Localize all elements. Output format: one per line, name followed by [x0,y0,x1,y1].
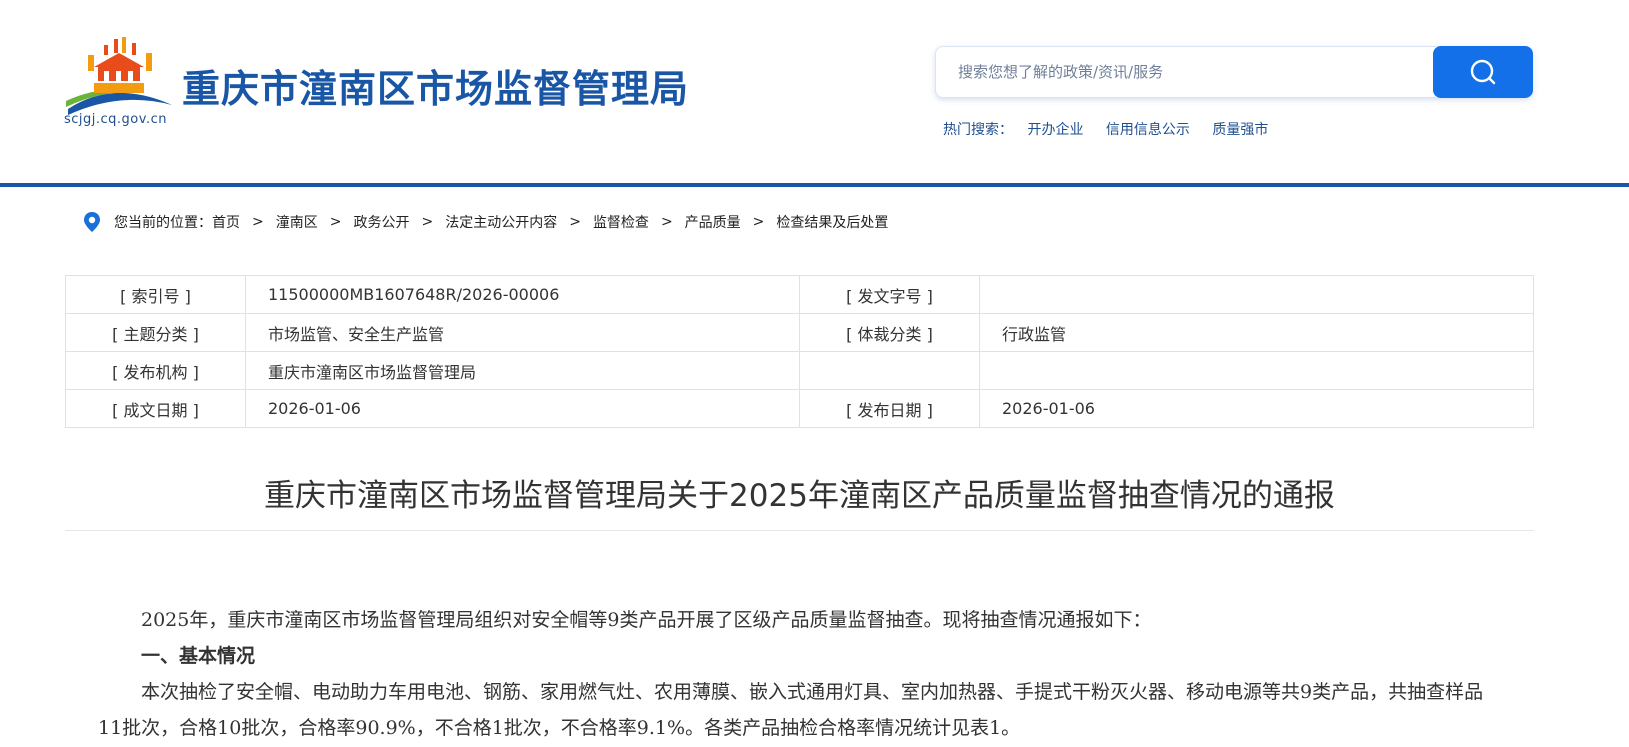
search-icon [1470,59,1496,85]
meta-value: 市场监管、安全生产监管 [245,313,800,352]
table-row: [ 索引号 ] 11500000MB1607648R/2026-00006 [ … [65,275,1534,314]
breadcrumb-supervision[interactable]: 监督检查 [593,212,649,232]
meta-label: [ 发布日期 ] [799,389,980,428]
meta-value [979,275,1534,314]
breadcrumb-separator: > [569,214,581,230]
title-divider [65,530,1534,531]
article-body: 2025年，重庆市潼南区市场监督管理局组织对安全帽等9类产品开展了区级产品质量监… [98,602,1498,746]
breadcrumb-home[interactable]: 首页 [212,212,240,232]
article-intro: 2025年，重庆市潼南区市场监督管理局组织对安全帽等9类产品开展了区级产品质量监… [141,609,1152,631]
meta-label: [ 索引号 ] [65,275,246,314]
document-meta-table: [ 索引号 ] 11500000MB1607648R/2026-00006 [ … [65,275,1534,428]
meta-label: [ 成文日期 ] [65,389,246,428]
meta-label: [ 体裁分类 ] [799,313,980,352]
site-header: scjgj.cq.gov.cn 重庆市潼南区市场监督管理局 热门搜索： 开办企业… [0,0,1629,185]
table-row: [ 发布机构 ] 重庆市潼南区市场监督管理局 [65,351,1534,390]
article-title: 重庆市潼南区市场监督管理局关于2025年潼南区产品质量监督抽查情况的通报 [264,478,1335,514]
meta-label: [ 主题分类 ] [65,313,246,352]
meta-value: 11500000MB1607648R/2026-00006 [245,275,800,314]
search-box [935,46,1533,98]
meta-value: 2026-01-06 [245,389,800,428]
breadcrumb-product-quality[interactable]: 产品质量 [685,212,741,232]
hot-link-quality-city[interactable]: 质量强市 [1212,122,1268,138]
meta-label: [ 发文字号 ] [799,275,980,314]
table-row: [ 主题分类 ] 市场监管、安全生产监管 [ 体裁分类 ] 行政监管 [65,313,1534,352]
search-button[interactable] [1433,46,1533,98]
breadcrumb-separator: > [252,214,264,230]
breadcrumb-prefix: 您当前的位置： [114,215,212,231]
breadcrumb: 您当前的位置： 首页 > 潼南区 > 政务公开 > 法定主动公开内容 > 监督检… [82,211,888,233]
breadcrumb-separator: > [421,214,434,230]
search-input[interactable] [936,47,1426,97]
site-title[interactable]: 重庆市潼南区市场监督管理局 [182,58,689,113]
hot-link-credit-info[interactable]: 信用信息公示 [1106,122,1190,138]
table-row: [ 成文日期 ] 2026-01-06 [ 发布日期 ] 2026-01-06 [65,389,1534,428]
breadcrumb-separator: > [752,214,765,230]
hot-search-label: 热门搜索： [943,122,1013,138]
meta-value: 行政监管 [979,313,1534,352]
site-domain: scjgj.cq.gov.cn [64,112,167,127]
meta-value: 2026-01-06 [979,389,1534,428]
breadcrumb-tongnan[interactable]: 潼南区 [276,212,318,232]
hot-link-open-business[interactable]: 开办企业 [1027,122,1083,138]
meta-value [979,351,1534,390]
breadcrumb-separator: > [329,214,342,230]
meta-value: 重庆市潼南区市场监督管理局 [245,351,800,390]
section-heading: 一、基本情况 [141,645,256,667]
location-pin-icon [84,212,100,232]
meta-label [799,351,980,390]
breadcrumb-separator: > [660,214,673,230]
hot-search: 热门搜索： 开办企业 信用信息公示 质量强市 [943,119,1286,139]
breadcrumb-results[interactable]: 检查结果及后处置 [776,212,888,232]
article-paragraph: 本次抽检了安全帽、电动助力车用电池、钢筋、家用燃气灶、农用薄膜、嵌入式通用灯具、… [98,681,1484,739]
breadcrumb-gov-affairs[interactable]: 政务公开 [353,212,409,232]
breadcrumb-public-content[interactable]: 法定主动公开内容 [445,212,557,232]
header-divider [0,183,1629,187]
meta-label: [ 发布机构 ] [65,351,246,390]
